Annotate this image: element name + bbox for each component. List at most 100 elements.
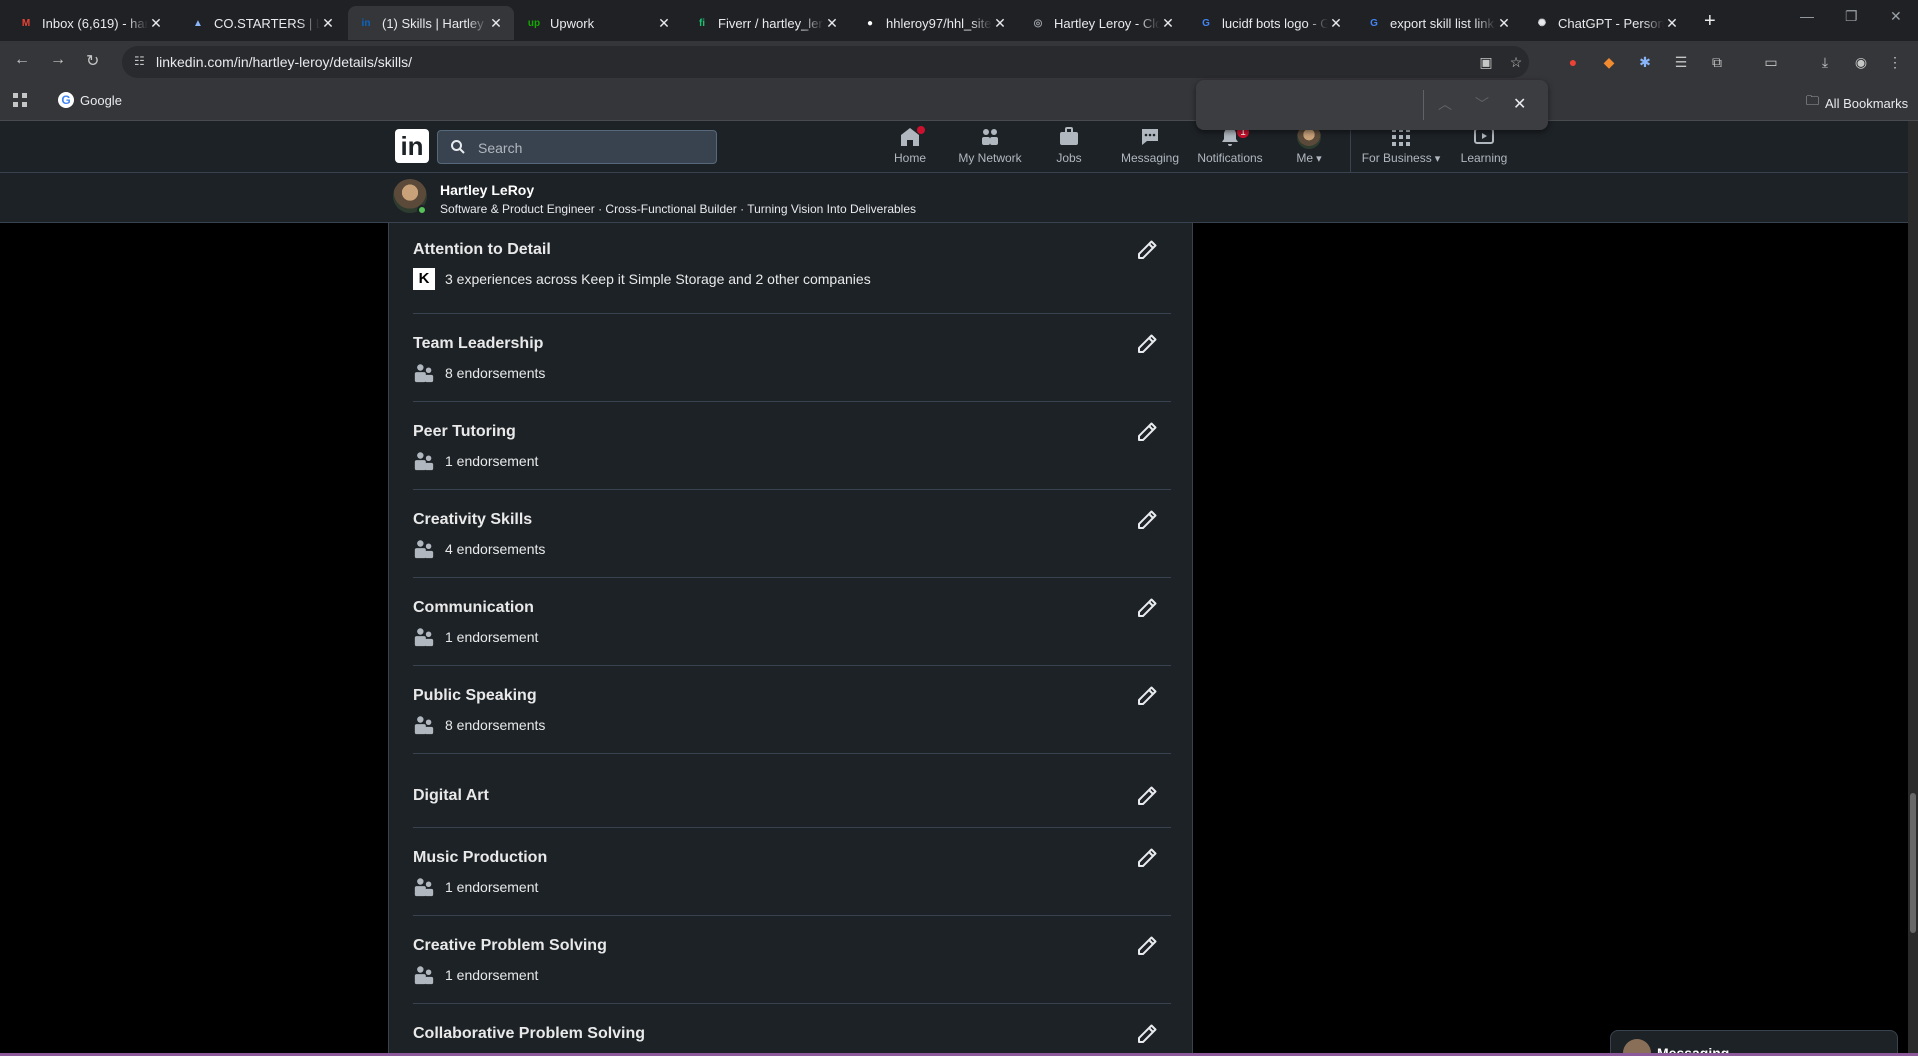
bookmark-google[interactable]: G Google <box>58 92 122 108</box>
fiverr-icon: fi <box>698 17 706 29</box>
edit-pencil-icon[interactable] <box>1135 508 1159 532</box>
close-tab-icon[interactable]: ✕ <box>488 15 504 32</box>
extension-fox-icon[interactable]: ◆ <box>1598 51 1620 73</box>
browser-tab[interactable]: ● hhleroy97/hhl_site ✕ <box>852 6 1018 40</box>
skill-item: Team Leadership 8 endorsements <box>413 314 1171 402</box>
edit-pencil-icon[interactable] <box>1135 596 1159 620</box>
profile-icon[interactable]: ◉ <box>1850 51 1872 73</box>
close-tab-icon[interactable]: ✕ <box>656 15 672 32</box>
edit-pencil-icon[interactable] <box>1135 238 1159 262</box>
close-tab-icon[interactable]: ✕ <box>1328 15 1344 32</box>
extension-gear-icon[interactable]: ✱ <box>1634 51 1656 73</box>
profile-name[interactable]: Hartley LeRoy <box>440 182 534 198</box>
search-input[interactable]: Search <box>437 130 717 164</box>
menu-kebab-icon[interactable]: ⋮ <box>1884 51 1906 73</box>
my-network-icon <box>950 125 1030 149</box>
edit-pencil-icon[interactable] <box>1135 934 1159 958</box>
apps-grid-icon[interactable] <box>12 92 28 108</box>
skill-name[interactable]: Creative Problem Solving <box>413 937 607 955</box>
skill-detail-text[interactable]: 4 endorsements <box>445 541 545 557</box>
upwork-icon: up <box>527 17 541 29</box>
restore-icon[interactable]: ❐ <box>1845 8 1858 25</box>
skill-name[interactable]: Attention to Detail <box>413 241 551 259</box>
bookmark-star-icon[interactable]: ☆ <box>1505 51 1527 73</box>
skill-detail-text[interactable]: 8 endorsements <box>445 365 545 381</box>
browser-tab[interactable]: ✺ ChatGPT - Persona ✕ <box>1524 6 1690 40</box>
nav-my-network[interactable]: My Network <box>950 125 1030 169</box>
site-info-icon[interactable]: ☷ <box>134 54 145 68</box>
skill-detail: 1 endorsement <box>413 450 538 472</box>
edit-pencil-icon[interactable] <box>1135 684 1159 708</box>
linkedin-logo[interactable]: in <box>395 129 429 163</box>
minimize-icon[interactable]: — <box>1800 8 1814 24</box>
edit-pencil-icon[interactable] <box>1135 784 1159 808</box>
skill-detail-text[interactable]: 8 endorsements <box>445 717 545 733</box>
edit-pencil-icon[interactable] <box>1135 846 1159 870</box>
close-tab-icon[interactable]: ✕ <box>320 15 336 32</box>
skill-detail: 1 endorsement <box>413 626 538 648</box>
browser-tab[interactable]: up Upwork ✕ <box>516 6 682 40</box>
nav-notifications[interactable]: 1 Notifications <box>1190 125 1270 169</box>
extensions-icon[interactable]: ⧉ <box>1706 51 1728 73</box>
reading-list-icon[interactable]: ☰ <box>1670 51 1692 73</box>
new-tab-button[interactable]: + <box>1704 10 1716 33</box>
close-tab-icon[interactable]: ✕ <box>1496 15 1512 32</box>
url-text: linkedin.com/in/hartley-leroy/details/sk… <box>156 54 412 70</box>
nav-label: Me <box>1296 151 1314 165</box>
nav-jobs[interactable]: Jobs <box>1029 125 1109 169</box>
browser-tab[interactable]: Gexport skill list link ✕ <box>1356 6 1522 40</box>
skill-detail-text[interactable]: 1 endorsement <box>445 879 538 895</box>
tab-title: CO.STARTERS | Lau <box>214 15 320 31</box>
forward-icon[interactable]: → <box>50 51 66 69</box>
scrollbar-thumb[interactable] <box>1910 793 1916 933</box>
find-divider <box>1423 90 1424 120</box>
skill-name[interactable]: Creativity Skills <box>413 511 532 529</box>
skill-name[interactable]: Peer Tutoring <box>413 423 516 441</box>
notification-badge <box>916 125 926 135</box>
browser-tab[interactable]: fi Fiverr / hartley_ler ✕ <box>684 6 850 40</box>
nav-me[interactable]: Me ▾ <box>1269 125 1349 169</box>
linkedin-global-nav: in Search Home My Network Jobs Messaging 1 No… <box>0 121 1908 173</box>
browser-tab[interactable]: M Inbox (6,619) - har ✕ <box>8 6 174 40</box>
close-tab-icon[interactable]: ✕ <box>824 15 840 32</box>
skill-name[interactable]: Team Leadership <box>413 335 543 353</box>
skill-detail-text[interactable]: 1 endorsement <box>445 453 538 469</box>
address-bar[interactable]: ☷ linkedin.com/in/hartley-leroy/details/… <box>122 46 1529 78</box>
find-input[interactable] <box>1206 90 1416 120</box>
download-icon[interactable]: ⤓ <box>1814 51 1836 73</box>
skill-detail-text[interactable]: 1 endorsement <box>445 629 538 645</box>
edit-pencil-icon[interactable] <box>1135 1022 1159 1046</box>
nav-learning[interactable]: Learning <box>1444 125 1524 169</box>
close-tab-icon[interactable]: ✕ <box>992 15 1008 32</box>
find-previous-icon[interactable]: ︿ <box>1438 94 1452 114</box>
reload-icon[interactable]: ↻ <box>86 51 99 71</box>
skill-detail-text[interactable]: 1 endorsement <box>445 967 538 983</box>
edit-pencil-icon[interactable] <box>1135 332 1159 356</box>
find-close-icon[interactable]: ✕ <box>1513 94 1526 114</box>
skill-name[interactable]: Public Speaking <box>413 687 537 705</box>
nav-home[interactable]: Home <box>870 125 950 169</box>
close-tab-icon[interactable]: ✕ <box>148 15 164 32</box>
skill-name[interactable]: Music Production <box>413 849 547 867</box>
media-icon[interactable]: ▭ <box>1760 51 1782 73</box>
edit-pencil-icon[interactable] <box>1135 420 1159 444</box>
close-tab-icon[interactable]: ✕ <box>1160 15 1176 32</box>
browser-tab[interactable]: Glucidf bots logo - G ✕ <box>1188 6 1354 40</box>
extension-adblock-icon[interactable]: ● <box>1562 51 1584 73</box>
find-next-icon[interactable]: ﹀ <box>1475 94 1489 114</box>
page-scrollbar[interactable] <box>1908 121 1918 1056</box>
tab-title: lucidf bots logo - G <box>1222 15 1328 31</box>
nav-messaging[interactable]: Messaging <box>1110 125 1190 169</box>
skill-name[interactable]: Communication <box>413 599 534 617</box>
nav-for-business[interactable]: For Business ▾ <box>1361 125 1441 169</box>
browser-tab[interactable]: ▲ CO.STARTERS | Lau✕ <box>180 6 346 40</box>
skill-name[interactable]: Digital Art <box>413 787 489 805</box>
back-icon[interactable]: ← <box>14 51 30 69</box>
page-translate-icon[interactable]: ▣ <box>1475 51 1497 73</box>
close-tab-icon[interactable]: ✕ <box>1664 15 1680 32</box>
skill-name[interactable]: Collaborative Problem Solving <box>413 1025 645 1043</box>
close-window-icon[interactable]: ✕ <box>1890 8 1902 25</box>
all-bookmarks[interactable]: 🗀 All Bookmarks <box>1806 92 1908 114</box>
browser-tab[interactable]: ◎ Hartley Leroy - Clo ✕ <box>1020 6 1186 40</box>
browser-tab[interactable]: in (1) Skills | Hartley L ✕ <box>348 6 514 40</box>
